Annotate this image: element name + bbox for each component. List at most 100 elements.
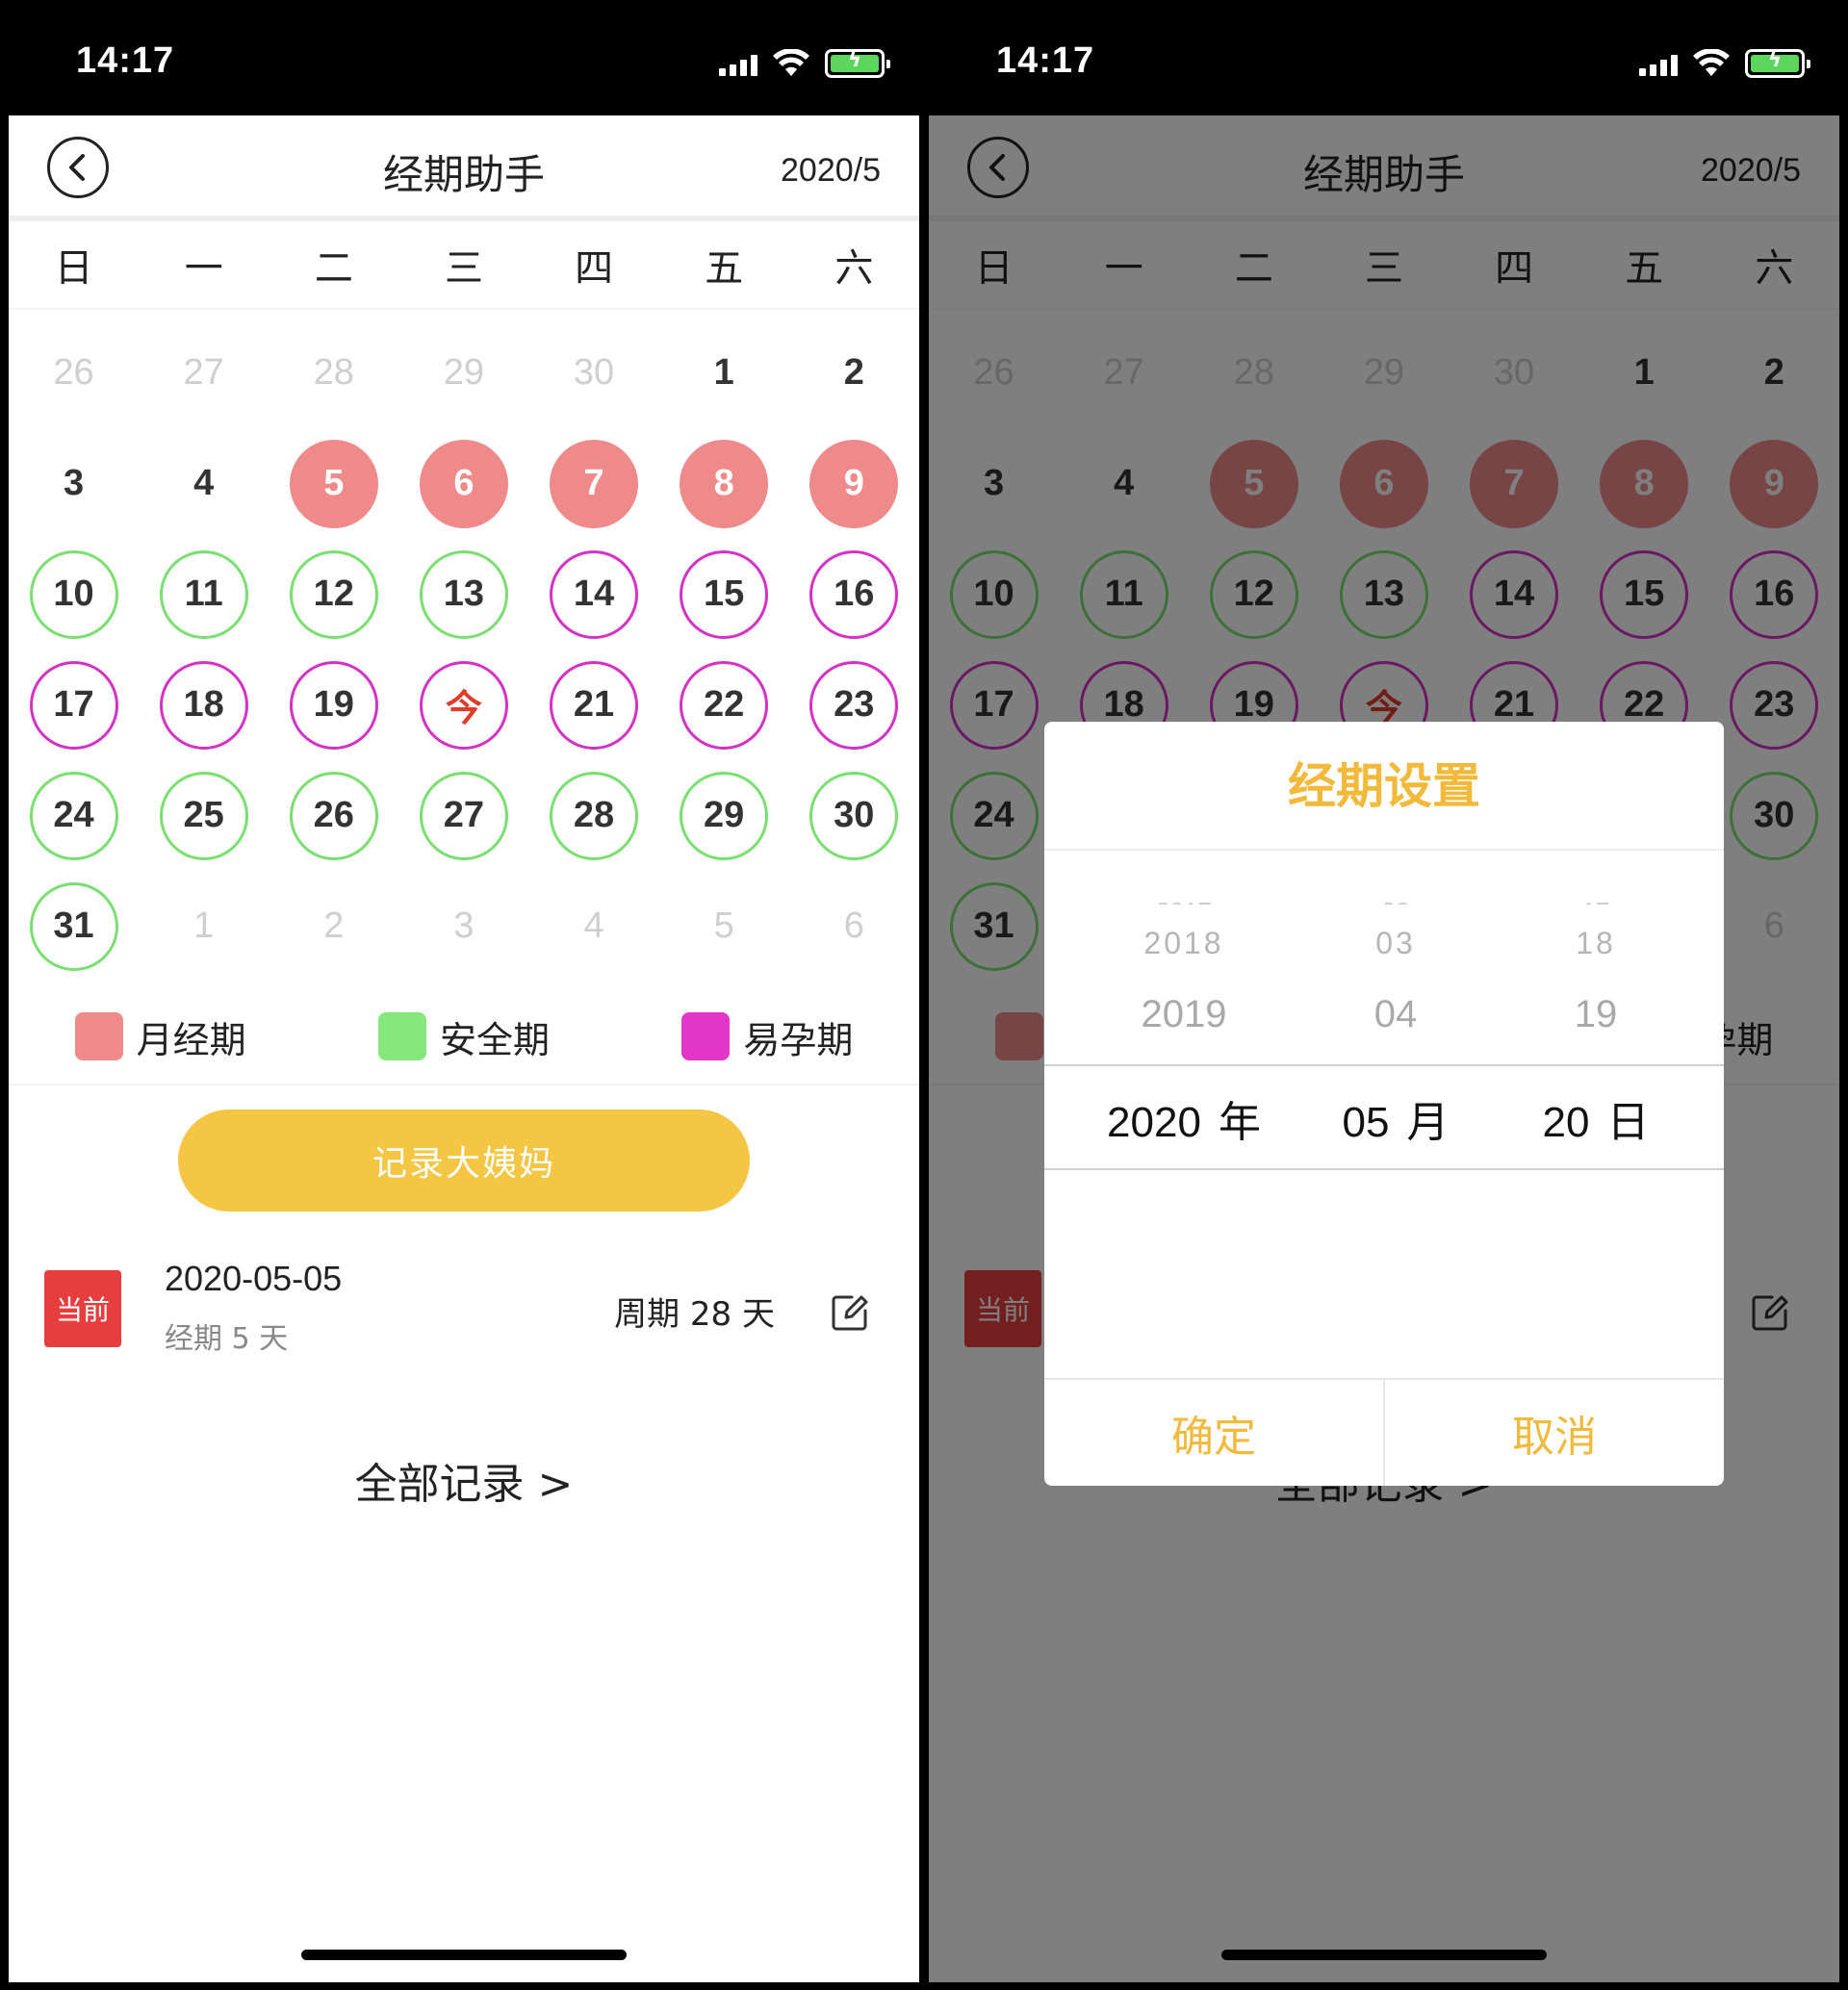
picker-year-option[interactable]: 2019 [1044,993,1323,1045]
calendar-day: 12 [289,549,378,639]
legend-label: 安全期 [439,1018,550,1061]
picker-row-previous: 2019 04 19 [1044,993,1724,1045]
date-picker[interactable]: 2017 02 17 2018 03 18 2019 04 19 2020年 0 [1044,851,1724,1378]
calendar-day-cell[interactable]: 31 [9,871,139,982]
picker-month-option[interactable]: 04 [1323,993,1468,1045]
cancel-button[interactable]: 取消 [1385,1380,1724,1486]
nav-bar: 经期助手 2020/5 [9,115,919,221]
calendar-day-cell[interactable]: 1 [659,318,789,428]
confirm-button[interactable]: 确定 [1044,1380,1385,1486]
all-records-link[interactable]: 全部记录 > [9,1449,919,1511]
record-row[interactable]: 当前 2020-05-05 经期 5 天 周期 28 天 [9,1259,919,1365]
calendar-day-cell[interactable]: 23 [789,650,919,760]
calendar-day-cell[interactable]: 6 [398,428,528,539]
calendar-day: 2 [323,906,345,946]
weekday-label: 三 [444,246,483,291]
calendar-day: 19 [289,660,378,750]
calendar-day-cell[interactable]: 19 [269,650,398,760]
calendar-grid: 262728293012345678910111213141516171819今… [9,318,919,982]
legend-item-safe: 安全期 [312,989,615,1084]
screen-calendar-with-dialog: 14:17 ϟ 经期助手 2020/5 日 一 二 [929,8,1839,1982]
calendar-day-cell[interactable]: 17 [9,650,139,760]
calendar-day-cell[interactable]: 22 [659,650,789,760]
calendar-day-cell[interactable]: 6 [789,871,919,982]
picker-month-option[interactable]: 03 [1323,926,1468,962]
calendar-day: 10 [29,549,118,639]
picker-month-option[interactable]: 02 [1323,897,1468,905]
weekday-label: 日 [54,246,93,291]
picker-year-option[interactable]: 2018 [1044,926,1323,962]
calendar-day-cell[interactable]: 30 [789,760,919,871]
calendar-day-cell[interactable]: 13 [398,539,528,650]
signal-icon [1639,51,1678,76]
calendar-week-row: 3 4 56789 [9,428,919,539]
edit-icon[interactable] [831,1293,869,1332]
record-period-button[interactable]: 记录大姨妈 [178,1110,750,1212]
calendar-day: 27 [183,352,224,393]
picker-year-selected[interactable]: 2020 年 [1044,1087,1323,1146]
calendar-day-cell[interactable]: 4 [529,871,659,982]
status-icons: ϟ [719,46,890,81]
calendar-day: 5 [713,906,734,946]
calendar-day-cell[interactable]: 26 [269,760,398,871]
calendar-day-cell[interactable]: 28 [529,760,659,871]
calendar-day-cell[interactable]: 21 [529,650,659,760]
calendar-day: 5 [289,439,378,528]
picker-day-option[interactable]: 18 [1468,926,1724,962]
legend-item-fertile: 易孕期 [616,989,919,1084]
calendar-day-cell[interactable]: 7 [529,428,659,539]
calendar-day-cell[interactable]: 10 [9,539,139,650]
calendar-day-cell[interactable]: 2 [269,871,398,982]
picker-month-value: 05 [1342,1099,1390,1146]
calendar-day: 22 [680,660,769,750]
calendar-day-cell[interactable]: 14 [529,539,659,650]
calendar-day-cell[interactable]: 28 [269,318,398,428]
modal-overlay[interactable]: 经期设置 2017 02 17 2018 03 18 2019 04 19 20… [929,115,1839,1982]
calendar-day: 4 [193,463,215,503]
calendar-day: 9 [809,439,899,528]
calendar-day-cell[interactable]: 5 [659,871,789,982]
battery-icon: ϟ [1745,48,1810,78]
calendar-week-row: 31 1 2 3 4 5 6 [9,871,919,982]
calendar-day-cell[interactable]: 11 [139,539,269,650]
wifi-icon [1693,49,1730,76]
calendar-day-cell[interactable]: 8 [659,428,789,539]
picker-day-selected[interactable]: 20 日 [1468,1087,1724,1146]
calendar-day-cell[interactable]: 3 [9,428,139,539]
legend-label: 月经期 [136,1018,246,1061]
calendar-day-cell[interactable]: 29 [659,760,789,871]
legend-item-period: 月经期 [9,989,312,1084]
calendar-day-cell[interactable]: 4 [139,428,269,539]
calendar-day: 4 [583,906,604,946]
calendar-day-cell[interactable]: 27 [139,318,269,428]
calendar-day-cell[interactable]: 9 [789,428,919,539]
picker-year-option[interactable]: 2017 [1044,897,1323,905]
status-icons: ϟ [1639,46,1810,81]
calendar-day-cell[interactable]: 今 [398,650,528,760]
picker-day-option[interactable]: 19 [1468,993,1724,1045]
calendar-day-cell[interactable]: 1 [139,871,269,982]
picker-month-selected[interactable]: 05 月 [1323,1087,1468,1146]
calendar-day-cell[interactable]: 29 [398,318,528,428]
calendar-day-cell[interactable]: 15 [659,539,789,650]
picker-day-value: 20 [1542,1099,1590,1146]
calendar-day-cell[interactable]: 24 [9,760,139,871]
calendar-day-cell[interactable]: 27 [398,760,528,871]
calendar-day-cell[interactable]: 16 [789,539,919,650]
calendar-day: 28 [550,771,639,860]
picker-day-option[interactable]: 17 [1468,897,1724,905]
calendar-week-row: 17 18 19 今 21 22 23 [9,650,919,760]
home-indicator[interactable] [301,1950,627,1960]
status-time: 14:17 [996,40,1095,81]
calendar-day: 29 [680,771,769,860]
calendar-day: 29 [443,352,485,393]
calendar-day-cell[interactable]: 26 [9,318,139,428]
calendar-day-cell[interactable]: 30 [529,318,659,428]
calendar-day-cell[interactable]: 18 [139,650,269,760]
calendar-day-cell[interactable]: 3 [398,871,528,982]
calendar-day-cell[interactable]: 2 [789,318,919,428]
calendar-day-cell[interactable]: 25 [139,760,269,871]
period-settings-dialog: 经期设置 2017 02 17 2018 03 18 2019 04 19 20… [1044,722,1724,1486]
calendar-day-cell[interactable]: 5 [269,428,398,539]
calendar-day-cell[interactable]: 12 [269,539,398,650]
